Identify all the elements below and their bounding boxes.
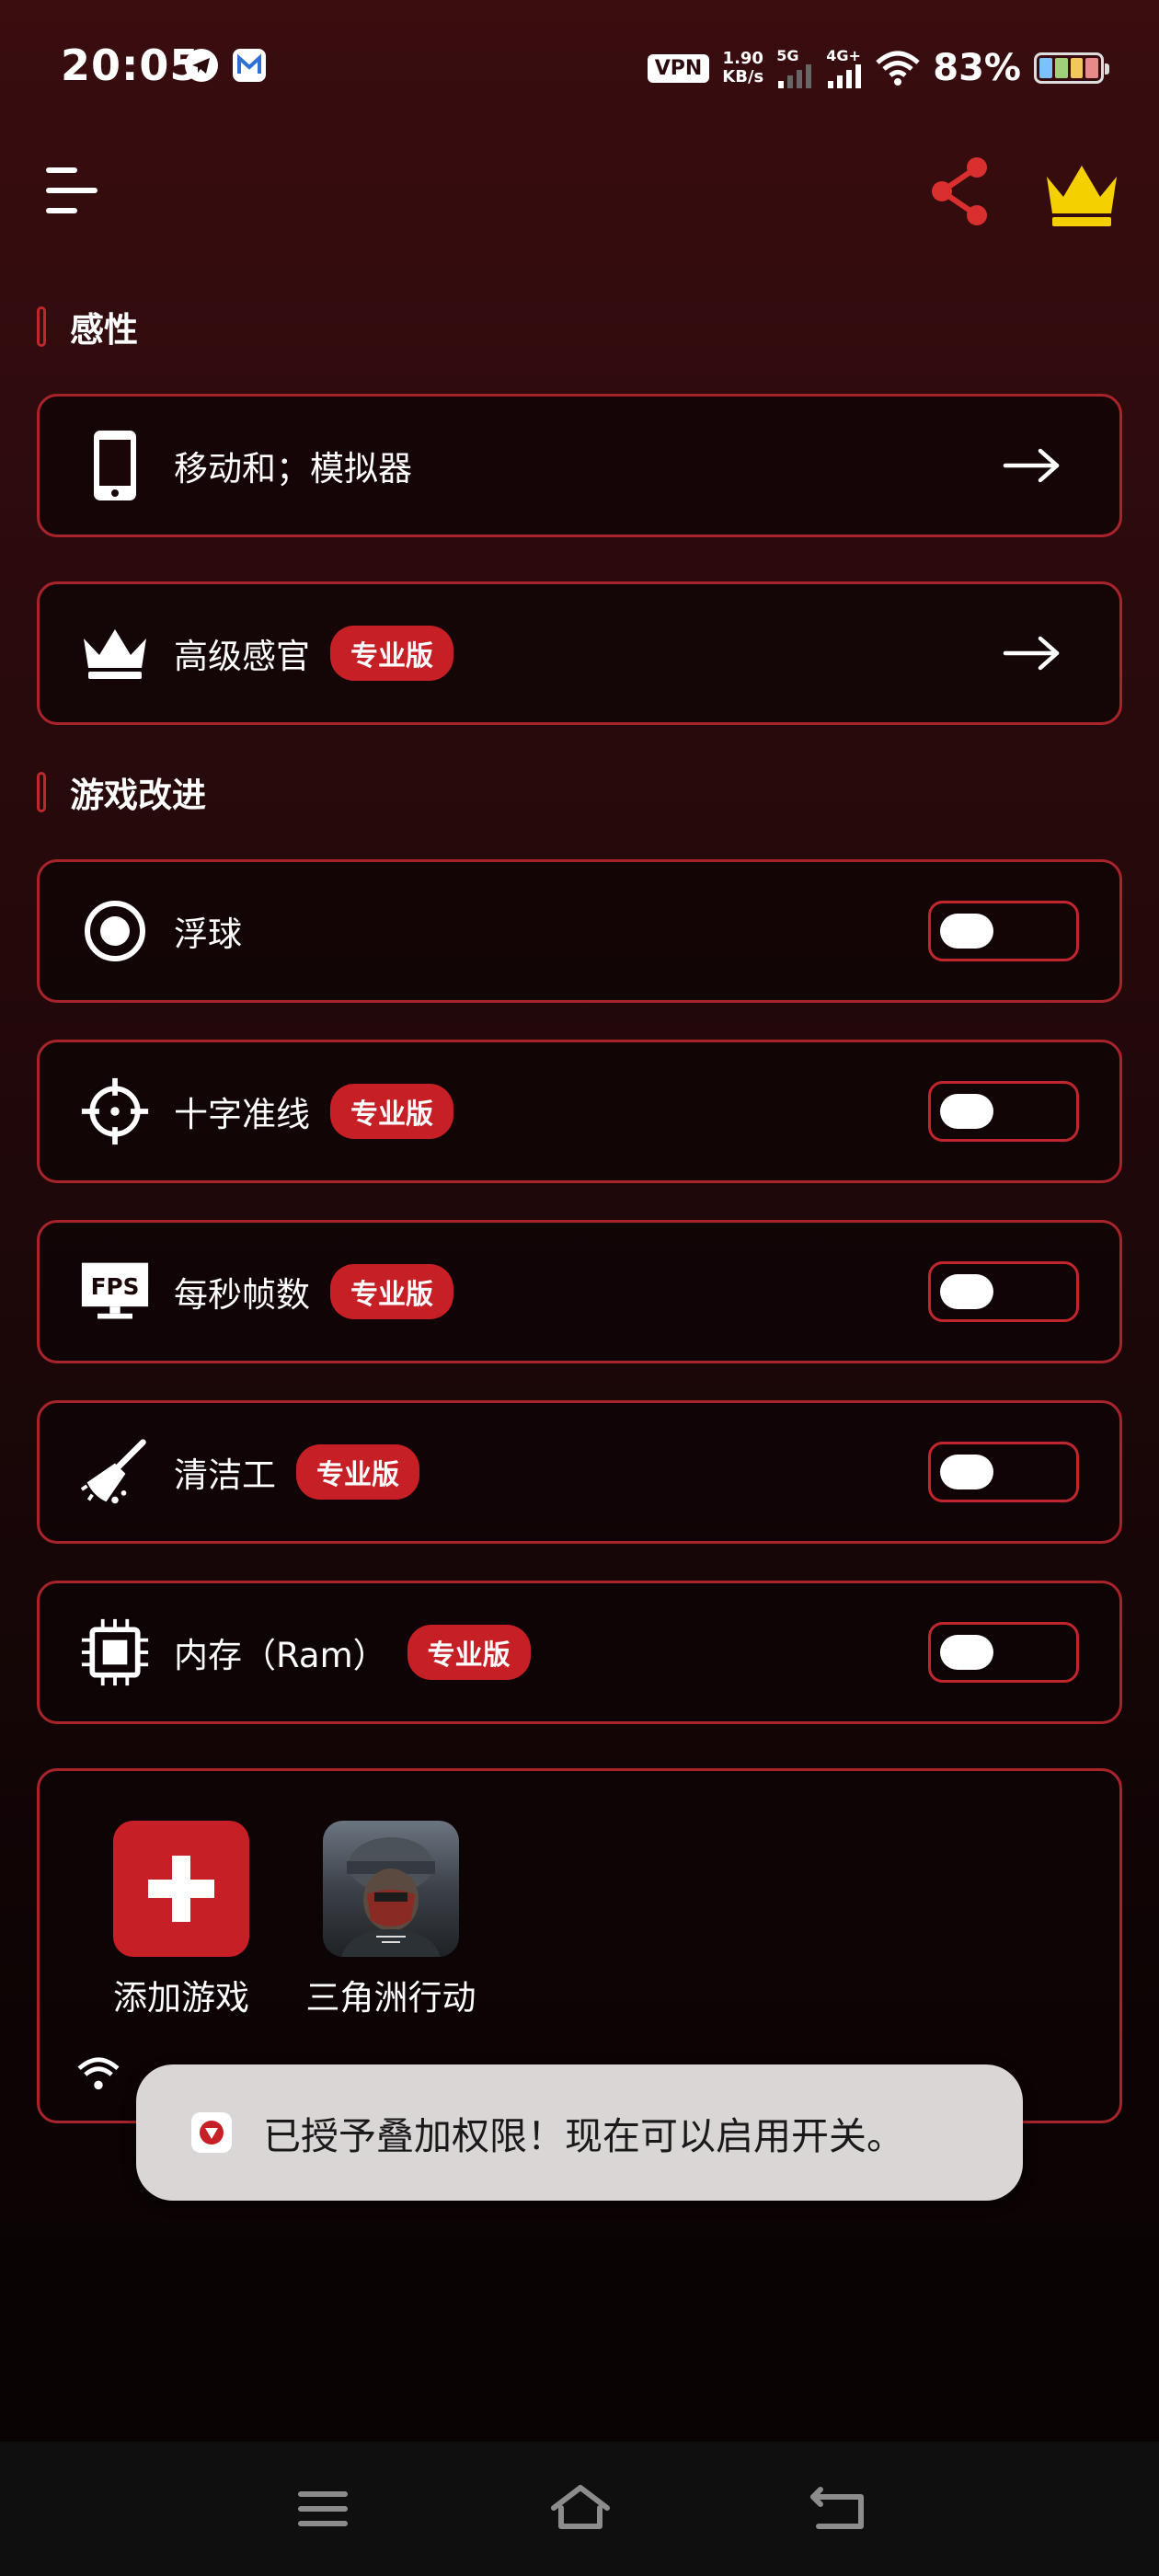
signal-5g: 5G (776, 48, 813, 88)
signal-4g: 4G+ (826, 48, 863, 88)
row-label: 高级感官 (174, 637, 310, 676)
premium-crown-button[interactable] (1043, 158, 1120, 228)
toggle-fps[interactable] (928, 1261, 1079, 1322)
svg-text:FPS: FPS (91, 1273, 140, 1300)
wifi-icon (77, 2057, 120, 2090)
row-label: 十字准线 (174, 1095, 310, 1134)
section-header-game-improvement: 游戏改进 (37, 767, 206, 817)
signal-bars-icon (828, 64, 862, 88)
game-cover-soldier (341, 1837, 441, 1957)
game-row-fps: FPS 每秒帧数 专业版 (37, 1220, 1122, 1363)
system-nav-bar (0, 2442, 1159, 2576)
menu-button[interactable] (44, 166, 99, 215)
row-label: 移动和；模拟器 (174, 449, 412, 489)
toast-notification: 已授予叠加权限！现在可以启用开关。 (136, 2064, 1023, 2201)
pro-badge: 专业版 (330, 626, 453, 681)
section-title: 游戏改进 (70, 776, 206, 815)
vpn-badge: VPN (647, 53, 710, 83)
section-header-sensitivity: 感性 (37, 302, 138, 351)
toggle-crosshair[interactable] (928, 1081, 1079, 1142)
telegram-icon (185, 49, 218, 82)
pro-badge: 专业版 (330, 1264, 453, 1319)
broom-icon (80, 1439, 146, 1504)
game-row-ram: 内存（Ram） 专业版 (37, 1581, 1122, 1724)
fps-monitor-icon: FPS (81, 1262, 149, 1319)
crown-icon (84, 629, 146, 679)
signal-bars-icon (778, 64, 812, 88)
pro-badge: 专业版 (296, 1444, 419, 1500)
floating-ball-icon (85, 901, 145, 961)
home-button[interactable] (548, 2478, 613, 2539)
section-title: 感性 (70, 310, 138, 350)
game-label: 添加游戏 (113, 1978, 249, 2018)
app-icon (191, 2112, 232, 2153)
toggle-ram[interactable] (928, 1622, 1079, 1683)
pro-badge: 专业版 (407, 1625, 531, 1680)
network-speed: 1.90 KB/s (722, 49, 764, 86)
arrow-right-icon (1003, 448, 1060, 483)
toast-message: 已授予叠加权限！现在可以启用开关。 (263, 2114, 904, 2158)
sensitivity-row-advanced[interactable]: 高级感官 专业版 (37, 581, 1122, 725)
wifi-icon (876, 51, 920, 86)
phone-icon (94, 431, 136, 500)
game-row-cleaner: 清洁工 专业版 (37, 1400, 1122, 1544)
row-label: 每秒帧数 (174, 1275, 310, 1315)
share-button[interactable] (925, 155, 995, 228)
mail-app-icon (233, 49, 266, 82)
battery-icon (1034, 52, 1109, 84)
crosshair-icon (81, 1077, 149, 1145)
game-row-floating-ball: 浮球 (37, 859, 1122, 1003)
recent-apps-button[interactable] (291, 2478, 355, 2539)
status-time: 20:05 (61, 40, 201, 90)
status-indicators: VPN 1.90 KB/s 5G 4G+ 83% (647, 40, 1109, 96)
battery-percent: 83% (933, 47, 1021, 89)
plus-icon (148, 1856, 214, 1922)
row-label: 清洁工 (174, 1455, 276, 1495)
back-button[interactable] (806, 2478, 870, 2539)
add-game-button[interactable]: 添加游戏 (80, 1821, 282, 2019)
status-bar: 20:05 VPN 1.90 KB/s 5G 4G+ 83% (0, 0, 1159, 138)
toggle-floating-ball[interactable] (928, 901, 1079, 961)
ram-chip-icon (81, 1618, 149, 1686)
game-row-crosshair: 十字准线 专业版 (37, 1040, 1122, 1183)
pro-badge: 专业版 (330, 1084, 453, 1139)
game-delta-force[interactable]: 三角洲行动 (290, 1821, 492, 2019)
row-label: 浮球 (174, 914, 242, 954)
game-label: 三角洲行动 (305, 1978, 476, 2018)
row-label: 内存（Ram） (174, 1636, 387, 1675)
sensitivity-row-mobile-emulator[interactable]: 移动和；模拟器 (37, 394, 1122, 537)
arrow-right-icon (1003, 636, 1060, 671)
games-stats-row (76, 2056, 120, 2091)
toggle-cleaner[interactable] (928, 1442, 1079, 1502)
